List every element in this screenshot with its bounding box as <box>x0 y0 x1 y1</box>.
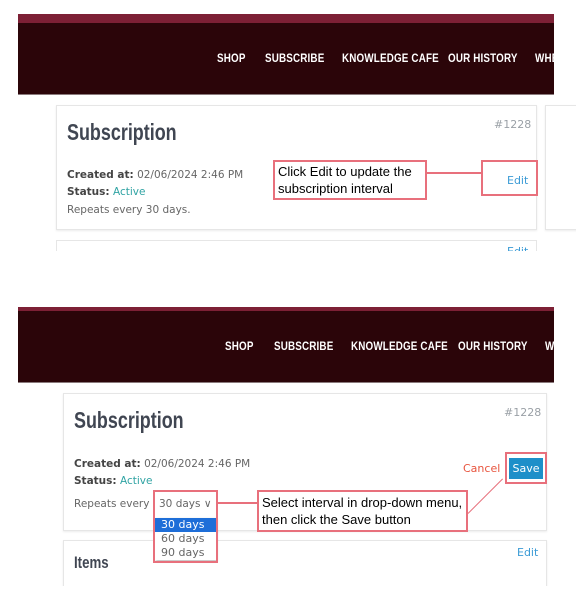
status: Status: Active <box>67 186 146 198</box>
repeats-label: Repeats every <box>74 498 150 510</box>
crop-gap <box>0 251 576 291</box>
nav-our-history[interactable]: OUR HISTORY <box>458 339 528 353</box>
highlight-save <box>505 452 547 484</box>
nav-where[interactable]: W <box>545 339 554 353</box>
created-at: Created at: 02/06/2024 2:46 PM <box>74 458 251 470</box>
page-title: Subscription <box>74 407 184 433</box>
side-card <box>545 105 576 230</box>
annotation-step2: Select interval in drop-down menu, then … <box>257 490 468 532</box>
top-strip <box>18 14 554 23</box>
page-title: Subscription <box>67 119 177 145</box>
nav-subscribe[interactable]: SUBSCRIBE <box>274 339 333 353</box>
nav-subscribe[interactable]: SUBSCRIBE <box>265 51 324 65</box>
nav-knowledge-cafe[interactable]: KNOWLEDGE CAFE <box>351 339 448 353</box>
repeats-text: Repeats every 30 days. <box>67 204 191 216</box>
created-at: Created at: 02/06/2024 2:46 PM <box>67 169 244 181</box>
cancel-link[interactable]: Cancel <box>463 462 500 475</box>
highlight-dropdown <box>153 490 218 563</box>
crop-bottom <box>0 586 576 615</box>
nav-shop[interactable]: SHOP <box>217 51 246 65</box>
tutorial-screenshot: SHOP SUBSCRIBE KNOWLEDGE CAFE OUR HISTOR… <box>0 0 576 615</box>
annotation-connector <box>218 502 257 504</box>
nav-our-history[interactable]: OUR HISTORY <box>448 51 518 65</box>
items-edit-link[interactable]: Edit <box>517 546 538 559</box>
status: Status: Active <box>74 475 153 487</box>
subscription-id: #1228 <box>494 118 532 131</box>
nav-knowledge-cafe[interactable]: KNOWLEDGE CAFE <box>342 51 439 65</box>
annotation-connector <box>427 172 481 174</box>
nav-where[interactable]: WHE <box>535 51 558 65</box>
items-title: Items <box>74 553 109 572</box>
site-header-2: SHOP SUBSCRIBE KNOWLEDGE CAFE OUR HISTOR… <box>18 311 554 383</box>
site-header: SHOP SUBSCRIBE KNOWLEDGE CAFE OUR HISTOR… <box>18 23 558 95</box>
annotation-step1: Click Edit to update the subscription in… <box>273 160 427 200</box>
items-card: Items Edit <box>63 540 547 591</box>
nav-shop[interactable]: SHOP <box>225 339 254 353</box>
subscription-id: #1228 <box>504 406 542 419</box>
highlight-edit <box>481 160 538 196</box>
